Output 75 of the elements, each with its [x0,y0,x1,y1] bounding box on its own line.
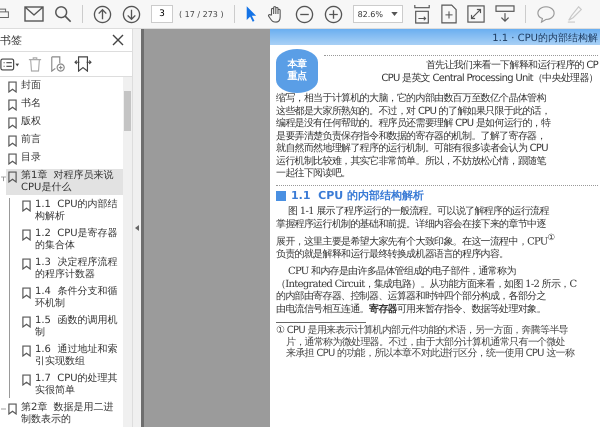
zoom-in-icon[interactable] [324,4,343,24]
text-line: 负责的就是解释和运行最终转换成机器语言的程序内容。 [276,248,510,262]
panel-title: 书签 [0,32,22,48]
text-line: 图 1-1 展示了程序运行的一般流程。可以说了解程序的运行流程 [287,206,550,218]
bookmark-icon [8,81,17,93]
text-line: 是要弄清楚负责保存指令和数据的寄存器的机制。了解了寄存器， [276,130,547,142]
bookmark-icon [22,316,31,328]
search-icon[interactable] [54,5,72,23]
scrollbar[interactable] [123,77,132,427]
footnote-line: ① CPU 是用来表示计算机内部元件功能的术语，另一方面，奔腾等半导 [276,325,569,336]
bookmark-item[interactable]: 前言 [6,133,123,148]
bookmark-item[interactable]: 1.6 通过地址和索引实现数组 [20,343,123,369]
bookmark-icon [22,229,31,241]
bookmark-icon [22,287,31,299]
caret-icon [390,12,398,16]
bookmark-item[interactable]: 1.3 决定程序流程的程序计数器 [20,256,123,282]
footnote-line: 来承担 CPU 的功能，所以本章不对此进行区分，统一使用 CPU 这一称 [285,348,576,360]
bookmark-item[interactable]: 1.4 条件分支和循环机制 [20,285,123,311]
bookmark-item[interactable]: 第2章 数据是用二进制数表示的 [6,401,123,427]
text-line: 的内部由寄存器、控制器、运算器和时钟四个部分构成，各部分之 [276,291,547,303]
bookmark-icon [22,258,31,270]
running-header: 1.1 · CPU的内部结构解 [492,33,598,45]
collapse-arrow-icon[interactable] [135,225,139,231]
text-line: 掌握程序运行机制的基础和前提。详细内容会在接下来的章节中逐 [276,218,547,231]
text-line: 编程是没有任何帮助的。程序员还需要理解 CPU 是如何运行的，特 [276,118,552,130]
arrow-down-icon[interactable] [122,4,141,24]
heading-square-icon [276,190,286,201]
text-line: 由电流信号相互连通。寄存器可用来暂存指令、数据等处理对象。 [276,304,547,316]
comment-icon[interactable] [536,5,556,23]
bookmark-icon [22,345,31,357]
bookmark-icon [8,403,17,415]
bookmark-item[interactable]: 封面 [6,79,123,94]
arrow-up-icon[interactable] [93,4,112,24]
text-line: 就自然而然地理解了程序的运行机制。可能有很多读者会认为 CPU [276,143,549,156]
close-icon[interactable] [112,34,124,46]
text-line: （Integrated Circuit，集成电路）。从功能方面来看，如图 1-2 所示，C [276,278,578,290]
bookmark-item[interactable]: 1.2 CPU是寄存器的集合体 [20,227,123,253]
scroll-down-icon[interactable] [494,5,515,23]
bookmark-icon [8,135,17,147]
bookmark-icon [8,171,17,183]
bookmark-icon [22,200,31,212]
select-tool-button[interactable] [244,5,257,23]
text-line: 运行机制比较难，其实它非常简单。所以，不妨放松心情，跟随笔 [276,156,548,168]
bookmark-expand-icon[interactable] [74,56,92,72]
bookmark-icon [8,99,17,111]
bookmark-item[interactable]: 1.1 CPU的内部结构解析 [20,198,123,224]
bookmark-icon [8,153,17,165]
bookmark-item[interactable]: 1.7 CPU的处理其实很简单 [20,372,123,398]
bookmark-item[interactable]: 1.5 函数的调用机制 [20,314,123,340]
page-number-field[interactable]: 3 [151,5,173,23]
chapter-focus-badge: 本章 重点 [276,49,318,93]
bookmark-item[interactable]: 目录 [6,151,123,166]
text-line: 缩写，相当于计算机的大脑，它的内部由数百万至数亿个晶体管构 [276,93,547,106]
footnote-line: 片，通常称为微处理器。不过，由于大部分计算机通常只有一个微处 [285,336,566,348]
bookmark-item[interactable]: 第1章 对程序员来说CPU是什么 [6,169,123,195]
bookmark-icon [22,374,31,386]
text-line: 这些都是大家所熟知的。不过，对 CPU 的了解如果只限于此的话， [276,106,552,118]
text-line: 展开，这里主要是希望大家先有个大致印象。在这一流程中，CPU$^{①}$ [276,231,556,248]
bookmark-icon [8,117,17,129]
text-line: CPU 和内存是由许多晶体管组成的电子部件，通常称为 [287,266,517,278]
add-bookmark-icon[interactable] [50,56,66,72]
section-heading: 1.1 CPU 的内部结构解析 [291,190,424,202]
zoom-out-icon[interactable] [294,4,314,24]
bookmark-item[interactable]: 版权 [6,115,123,130]
page-count: ( 17 / 273 ) [179,10,224,18]
expand-icon[interactable] [466,5,485,23]
fit-page-icon[interactable] [412,4,431,24]
mail-icon[interactable] [24,6,44,22]
zoom-dropdown[interactable]: 82.6% [352,5,403,23]
pointer-icon [244,5,257,23]
options-menu-icon[interactable] [0,58,20,70]
text-line: 一起往下阅读吧。 [276,168,352,180]
bookmark-item[interactable]: 书名 [6,97,123,112]
text-line: CPU 是英文 Central Processing Unit（中央处理器） [380,72,598,85]
text-line: 首先让我们来看一下解释和运行程序的 CP [424,60,598,72]
